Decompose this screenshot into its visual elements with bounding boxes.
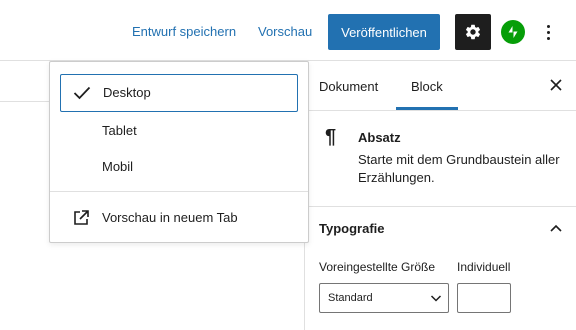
menu-item-desktop[interactable]: Desktop <box>60 74 298 112</box>
vertical-ellipsis-icon <box>546 24 550 28</box>
block-card: ¶ Absatz Starte mit dem Grundbaustein al… <box>305 111 576 207</box>
more-options-button[interactable] <box>540 20 556 44</box>
menu-item-label: Desktop <box>103 85 151 100</box>
editor-divider <box>0 101 50 102</box>
typography-panel-title[interactable]: Typografie <box>319 221 385 236</box>
jetpack-bolt-icon <box>508 26 518 38</box>
editor-header: Entwurf speichern Vorschau Veröffentlich… <box>0 0 576 61</box>
block-title: Absatz <box>358 130 401 145</box>
menu-item-label: Mobil <box>102 159 134 174</box>
tab-block[interactable]: Block <box>411 61 443 110</box>
custom-size-label: Individuell <box>457 260 511 274</box>
menu-item-mobile[interactable]: Mobil <box>60 148 298 186</box>
menu-item-tablet[interactable]: Tablet <box>60 112 298 150</box>
close-icon[interactable] <box>549 78 563 92</box>
paragraph-icon: ¶ <box>325 126 337 148</box>
preview-button[interactable]: Vorschau <box>258 14 312 50</box>
menu-item-label: Tablet <box>102 123 137 138</box>
block-description: Starte mit dem Grundbaustein aller Erzäh… <box>358 152 560 185</box>
tab-document[interactable]: Dokument <box>319 61 378 110</box>
settings-sidebar: Dokument Block ¶ Absatz Starte mit dem G… <box>304 61 576 330</box>
font-size-select-value: Standard <box>328 292 373 304</box>
custom-size-input[interactable] <box>457 283 511 313</box>
save-draft-button[interactable]: Entwurf speichern <box>132 14 236 50</box>
menu-divider <box>50 191 308 192</box>
jetpack-button[interactable] <box>501 20 525 44</box>
sidebar-tabs: Dokument Block <box>305 61 576 111</box>
settings-button[interactable] <box>455 14 491 50</box>
chevron-down-icon <box>430 295 442 302</box>
menu-item-label: Vorschau in neuem Tab <box>102 210 238 225</box>
menu-item-preview-new-tab[interactable]: Vorschau in neuem Tab <box>60 199 298 237</box>
publish-button[interactable]: Veröffentlichen <box>328 14 440 50</box>
external-link-icon <box>74 210 89 225</box>
preview-dropdown-menu: Desktop Tablet Mobil Vorschau in neuem T… <box>49 61 309 243</box>
check-icon <box>73 86 91 100</box>
gear-icon <box>465 24 481 40</box>
active-tab-indicator <box>396 107 458 110</box>
chevron-up-icon[interactable] <box>549 221 563 235</box>
font-size-select[interactable]: Standard <box>319 283 449 313</box>
preset-size-label: Voreingestellte Größe <box>319 260 436 274</box>
